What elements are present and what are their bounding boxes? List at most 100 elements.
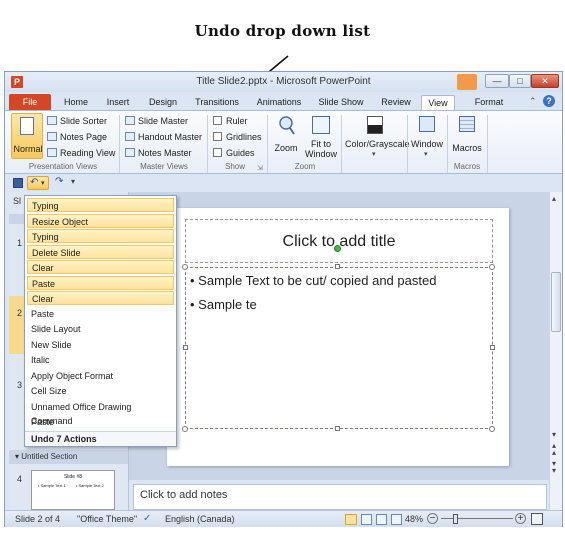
tab-home[interactable]: Home <box>57 95 95 110</box>
save-icon[interactable] <box>13 178 23 188</box>
zoom-slider-track[interactable] <box>441 518 513 519</box>
resize-handle[interactable] <box>335 264 340 269</box>
reading-view-status-icon[interactable] <box>376 514 387 525</box>
minimize-ribbon-icon[interactable]: ⌃ <box>529 96 537 107</box>
window-button[interactable]: Window ▾ <box>409 113 445 161</box>
zoom-out-icon[interactable]: − <box>427 513 438 524</box>
next-slide-icon[interactable]: ▾ ▾ <box>552 460 556 475</box>
slide-master-button[interactable]: Slide Master <box>125 116 188 127</box>
redo-icon[interactable]: ↷ <box>55 176 63 187</box>
tab-transitions[interactable]: Transitions <box>191 95 243 110</box>
undo-list-item[interactable]: Resize Object <box>27 213 174 228</box>
help-icon[interactable]: ? <box>543 95 555 107</box>
normal-view-status-icon[interactable] <box>345 514 357 525</box>
undo-count-label: Undo 7 Actions <box>25 431 176 446</box>
undo-list-item[interactable]: Paste <box>27 415 174 429</box>
resize-handle[interactable] <box>182 426 188 432</box>
slide-sorter-button[interactable]: Slide Sorter <box>47 116 107 127</box>
undo-list-item[interactable]: Paste <box>27 275 174 290</box>
fit-to-window-button[interactable]: Fit to Window <box>303 113 339 161</box>
undo-button[interactable]: ↶ ▾ <box>27 176 49 190</box>
zoom-in-icon[interactable]: + <box>515 513 526 524</box>
maximize-button[interactable]: □ <box>509 74 531 88</box>
notes-page-icon <box>47 132 57 141</box>
guides-checkbox[interactable]: Guides <box>213 148 255 159</box>
slide-thumbnail[interactable]: Slide #8 • Sample Text 1 • Sample Text 2 <box>31 470 115 510</box>
undo-list-item[interactable]: Clear <box>27 260 174 274</box>
notes-pane[interactable]: Click to add notes <box>133 484 547 510</box>
undo-list-item[interactable]: New Slide <box>27 338 174 352</box>
section-untitled[interactable]: ▾ Untitled Section <box>9 450 128 464</box>
undo-dropdown-icon[interactable]: ▾ <box>41 179 45 187</box>
dialog-launcher-icon[interactable]: ⇲ <box>257 164 263 172</box>
window-title: Title Slide2.pptx - Microsoft PowerPoint <box>196 76 371 87</box>
resize-handle[interactable] <box>183 345 188 350</box>
resize-handle[interactable] <box>182 264 188 270</box>
bullet-line[interactable]: • Sample te <box>190 297 257 312</box>
thumb-line: • Sample Text 1 <box>38 483 66 488</box>
tab-format[interactable]: Format <box>467 95 511 110</box>
undo-list-item[interactable]: Paste <box>27 307 174 321</box>
undo-list-item[interactable]: Italic <box>27 353 174 367</box>
tab-animations[interactable]: Animations <box>251 95 307 110</box>
undo-list-item[interactable]: Apply Object Format <box>27 369 174 383</box>
gridlines-checkbox[interactable]: Gridlines <box>213 132 262 143</box>
guides-checkbox-box <box>213 148 222 157</box>
previous-slide-icon[interactable]: ▴ ▴ <box>552 442 556 457</box>
ruler-checkbox-box <box>213 116 222 125</box>
tab-file[interactable]: File <box>9 94 51 110</box>
reading-view-button[interactable]: Reading View <box>47 148 115 159</box>
zoom-percent[interactable]: 48% <box>405 514 423 524</box>
scroll-thumb[interactable] <box>551 272 561 332</box>
resize-handle[interactable] <box>490 345 495 350</box>
spelling-check-icon[interactable]: ✓ <box>143 513 151 524</box>
vertical-scrollbar[interactable]: ▴ ▾ ▴ ▴ ▾ ▾ <box>549 192 562 510</box>
separator <box>267 115 268 173</box>
handout-master-button[interactable]: Handout Master <box>125 132 202 143</box>
language[interactable]: English (Canada) <box>165 514 235 524</box>
customize-qat-icon[interactable]: ▾ <box>71 177 75 186</box>
ruler-label: Ruler <box>226 116 248 126</box>
slides-tab[interactable]: Sl <box>13 196 21 206</box>
ruler-checkbox[interactable]: Ruler <box>213 116 248 127</box>
master-views-label: Master Views <box>140 162 188 171</box>
macros-button[interactable]: Macros <box>449 113 485 161</box>
fit-slide-icon[interactable] <box>531 513 543 525</box>
resize-handle[interactable] <box>335 426 340 431</box>
scroll-down-icon[interactable]: ▾ <box>552 430 556 439</box>
zoom-slider-thumb[interactable] <box>453 514 458 524</box>
macros-label: Macros <box>452 143 482 153</box>
reading-view-icon <box>47 148 57 157</box>
undo-list-item[interactable]: Typing <box>27 198 174 212</box>
tab-slide-show[interactable]: Slide Show <box>313 95 369 110</box>
undo-list-item[interactable]: Delete Slide <box>27 244 174 259</box>
undo-list-item[interactable]: Slide Layout <box>27 322 174 336</box>
resize-handle[interactable] <box>489 264 495 270</box>
bullet-line[interactable]: • Sample Text to be cut/ copied and past… <box>190 273 436 288</box>
undo-list-item[interactable]: Unnamed Office Drawing Command <box>27 400 174 426</box>
gridlines-checkbox-box <box>213 132 222 141</box>
notes-master-button[interactable]: Notes Master <box>125 148 192 159</box>
notes-page-button[interactable]: Notes Page <box>47 132 107 143</box>
resize-handle[interactable] <box>489 426 495 432</box>
minimize-button[interactable]: — <box>485 74 509 88</box>
zoom-button[interactable]: Zoom <box>271 113 301 159</box>
slide-show-status-icon[interactable] <box>391 514 402 525</box>
close-button[interactable]: ✕ <box>531 74 559 88</box>
title-placeholder[interactable]: Click to add title <box>185 219 493 263</box>
tab-view[interactable]: View <box>421 95 455 110</box>
normal-view-button[interactable]: Normal <box>11 113 43 159</box>
scroll-up-icon[interactable]: ▴ <box>552 194 556 203</box>
tab-insert[interactable]: Insert <box>99 95 137 110</box>
undo-list-item[interactable]: Cell Size <box>27 384 174 398</box>
rotate-handle-icon[interactable] <box>334 245 341 252</box>
color-grayscale-button[interactable]: Color/Grayscale ▾ <box>345 113 410 161</box>
undo-list-item[interactable]: Clear <box>27 291 174 305</box>
ribbon-tabs: File Home Insert Design Transitions Anim… <box>5 92 562 110</box>
tab-design[interactable]: Design <box>143 95 183 110</box>
undo-list-item[interactable]: Typing <box>27 229 174 243</box>
slide-sorter-status-icon[interactable] <box>361 514 372 525</box>
tab-review[interactable]: Review <box>375 95 417 110</box>
guides-label: Guides <box>226 148 255 158</box>
body-placeholder[interactable]: • Sample Text to be cut/ copied and past… <box>185 267 493 429</box>
